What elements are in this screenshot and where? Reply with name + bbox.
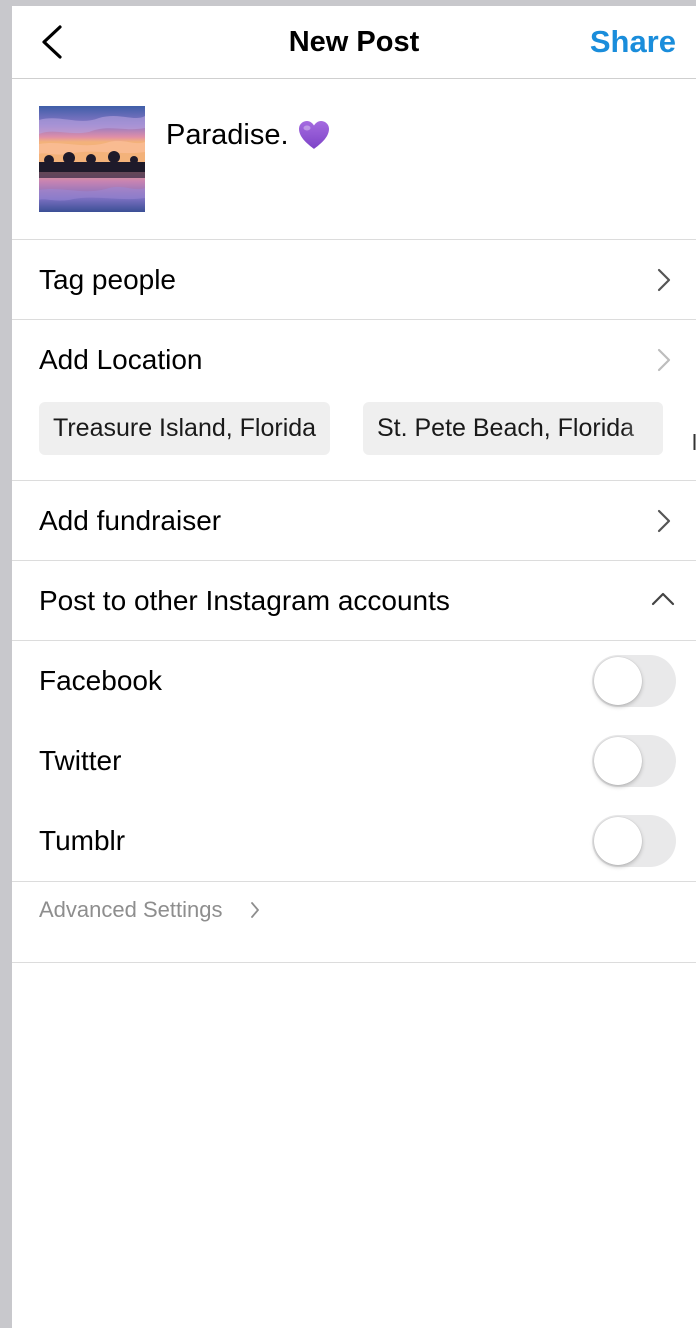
caption-text: Paradise. [166,119,289,151]
add-fundraiser-row[interactable]: Add fundraiser [12,481,696,561]
location-chip[interactable]: Treasure Island, Florida [39,402,331,455]
chevron-right-icon [657,348,671,372]
facebook-row: Facebook [12,641,696,721]
tumblr-row: Tumblr [12,801,696,881]
toggle-knob [594,817,642,865]
twitter-row: Twitter [12,721,696,801]
chip-fade-overlay [623,402,663,455]
tumblr-toggle[interactable] [592,815,676,867]
chevron-right-icon [657,509,671,533]
add-fundraiser-label: Add fundraiser [39,504,222,536]
new-post-screen: New Post Share Paradise. Tag people Add … [12,6,696,1328]
navigation-bar: New Post Share [12,6,696,79]
tumblr-label: Tumblr [39,825,126,856]
advanced-settings-row[interactable]: Advanced Settings [12,882,696,963]
caption-text-area[interactable]: Paradise. [166,117,331,153]
tag-people-label: Tag people [39,263,177,295]
sunset-lake-reflection-photo [39,106,145,212]
add-location-row[interactable]: Add Location [12,320,696,400]
tag-people-row[interactable]: Tag people [12,240,696,320]
post-to-other-accounts-row[interactable]: Post to other Instagram accounts [12,561,696,641]
location-chip[interactable]: St. Pete Beach, Florida [363,402,663,455]
location-suggestions[interactable]: Treasure Island, Florida St. Pete Beach,… [12,400,696,480]
facebook-toggle[interactable] [592,655,676,707]
post-thumbnail[interactable] [39,106,145,212]
chevron-up-icon [651,592,675,606]
chevron-right-icon [251,902,259,918]
twitter-toggle[interactable] [592,735,676,787]
advanced-settings-label: Advanced Settings [39,897,223,922]
add-location-label: Add Location [39,344,203,375]
toggle-knob [594,737,642,785]
facebook-label: Facebook [39,665,162,696]
post-to-other-accounts-label: Post to other Instagram accounts [39,584,450,616]
share-button[interactable]: Share [590,23,676,61]
post-preview: Paradise. [12,79,696,240]
toggle-knob [594,657,642,705]
share-targets-list: Facebook Twitter Tumblr [12,641,696,882]
purple-heart-icon [298,121,329,149]
chevron-right-icon [657,268,671,292]
location-section: Add Location Treasure Island, Florida St… [12,320,696,481]
location-chip-label: St. Pete Beach, Florida [377,414,635,442]
twitter-label: Twitter [39,745,122,776]
